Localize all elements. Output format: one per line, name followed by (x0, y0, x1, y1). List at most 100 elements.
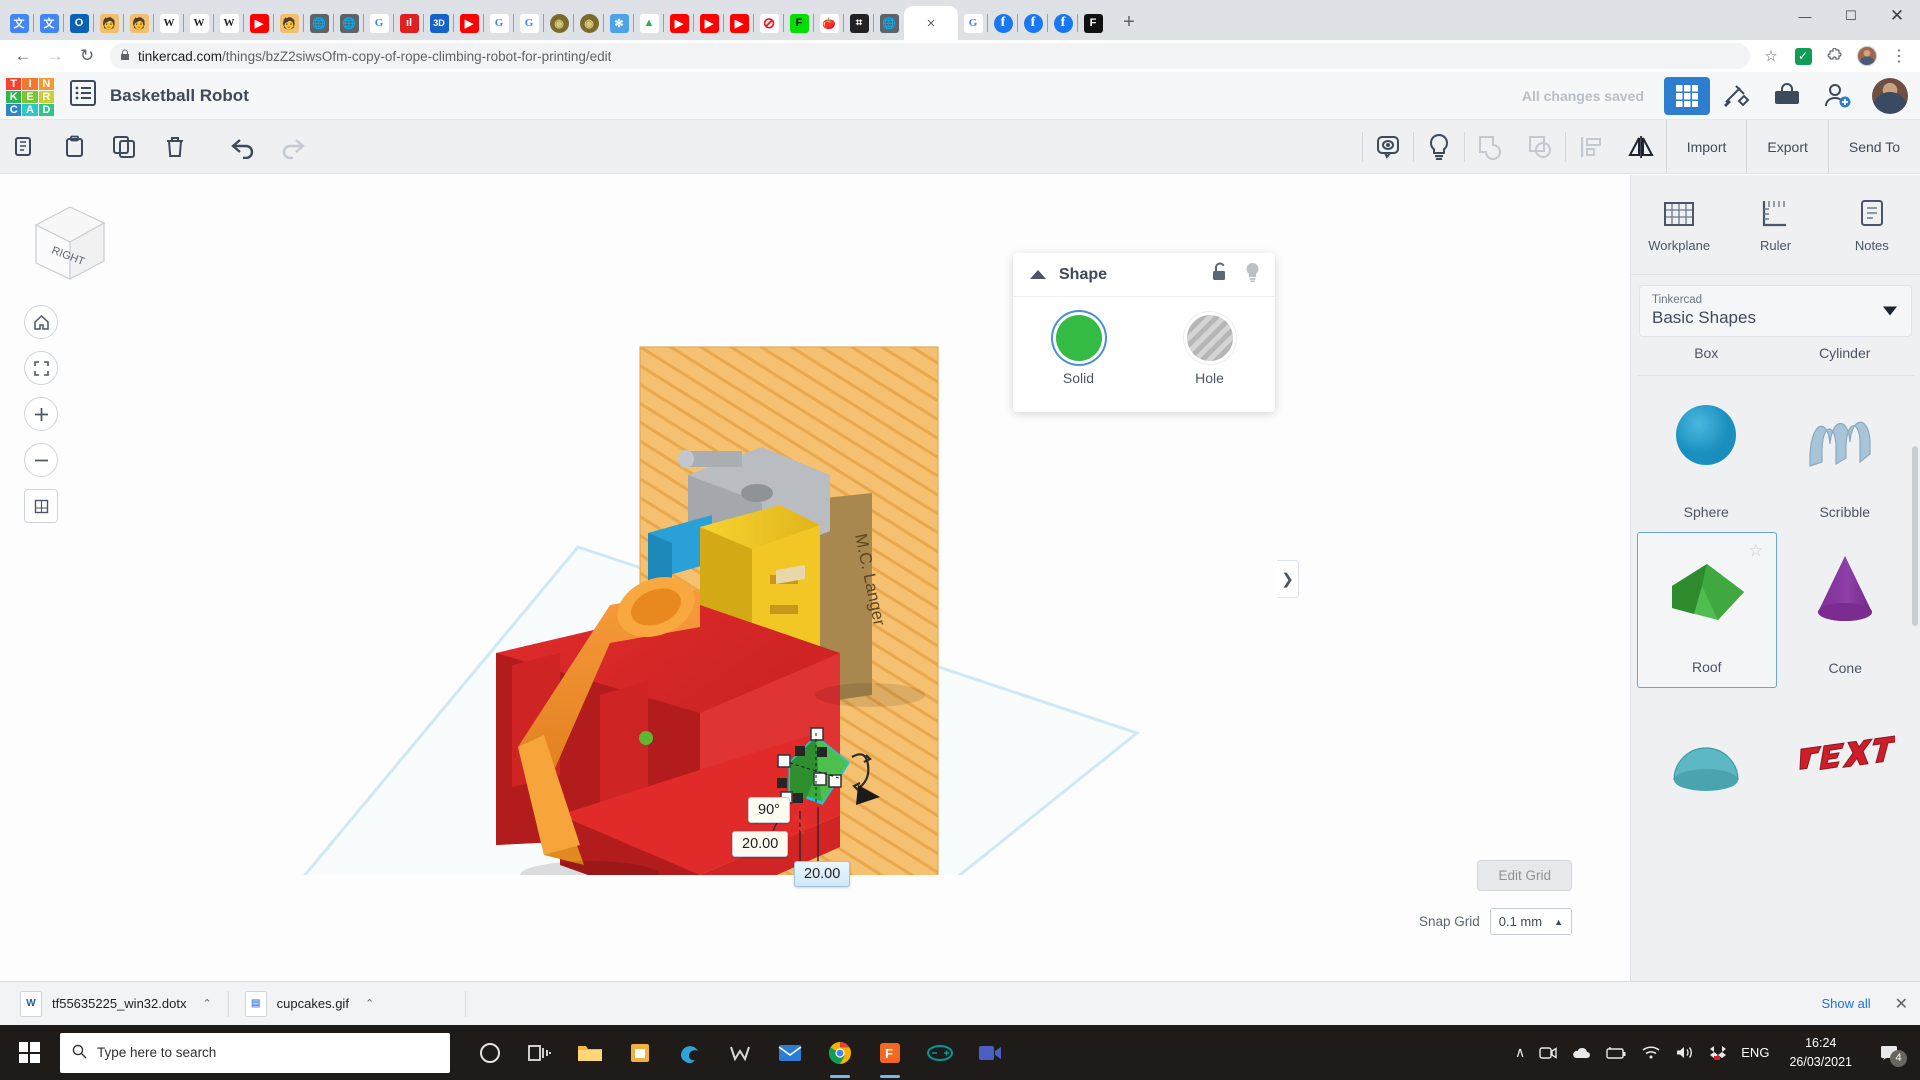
snap-grid-select[interactable]: 0.1 mm ▲ (1490, 908, 1572, 935)
browser-tab[interactable]: f (1018, 6, 1048, 40)
browser-tab[interactable]: ıl (394, 6, 424, 40)
minimize-button[interactable]: — (1782, 0, 1828, 32)
store-icon[interactable] (616, 1025, 664, 1080)
browser-tab[interactable]: 3D (424, 6, 454, 40)
shape-library-item-roof[interactable]: ☆Roof (1637, 532, 1777, 688)
file-explorer-icon[interactable] (566, 1025, 614, 1080)
arduino-icon[interactable] (916, 1025, 964, 1080)
shape-library-item-scribble[interactable]: Scribble (1776, 376, 1915, 532)
tray-chevron-icon[interactable]: ∧ (1515, 1044, 1525, 1061)
language-indicator[interactable]: ENG (1741, 1045, 1769, 1060)
browser-tab[interactable]: ⌗ (844, 6, 874, 40)
shape-library-grid[interactable]: SphereScribble☆RoofCone (1631, 376, 1920, 981)
battery-icon[interactable] (1605, 1046, 1627, 1060)
browser-tab[interactable]: 文 (34, 6, 64, 40)
active-browser-tab[interactable]: × (904, 6, 958, 40)
browser-tab[interactable]: ▶ (244, 6, 274, 40)
grid-view-icon[interactable] (1664, 77, 1710, 115)
back-button[interactable]: ← (8, 41, 38, 71)
browser-tab[interactable]: G (364, 6, 394, 40)
codeblocks-icon[interactable] (1714, 77, 1760, 115)
address-bar[interactable]: tinkercad.com/things/bzZ2siwsOfm-copy-of… (110, 43, 1750, 69)
shape-library-item-cone[interactable]: Cone (1777, 532, 1915, 688)
collapse-panel-icon[interactable] (1027, 264, 1049, 286)
browser-tab[interactable]: ◉ (574, 6, 604, 40)
reload-button[interactable]: ↻ (72, 41, 102, 71)
delete-icon[interactable] (150, 120, 200, 174)
browser-tab[interactable]: O (64, 6, 94, 40)
browser-tab[interactable]: W (154, 6, 184, 40)
browser-tab[interactable]: 🌐 (304, 6, 334, 40)
angle-label[interactable]: 90° (748, 797, 790, 823)
forward-button[interactable]: → (40, 41, 70, 71)
bookmark-star-icon[interactable]: ☆ (1758, 43, 1784, 69)
expand-panel-handle[interactable]: ❯ (1277, 560, 1299, 598)
simulate-icon[interactable] (1764, 77, 1810, 115)
mail-icon[interactable] (766, 1025, 814, 1080)
sidebar-item-ruler[interactable]: Ruler (1727, 175, 1823, 274)
tinkercad-logo[interactable]: TINKERCAD (6, 78, 54, 114)
cortana-icon[interactable] (466, 1025, 514, 1080)
shape-library-dropdown[interactable]: Tinkercad Basic Shapes (1639, 285, 1912, 337)
browser-tab[interactable]: 🧑 (274, 6, 304, 40)
shape-library-item-sphere[interactable]: Sphere (1637, 376, 1776, 532)
lightbulb-icon[interactable] (1244, 262, 1261, 288)
wifi-icon[interactable] (1641, 1045, 1661, 1060)
browser-tab[interactable]: G (514, 6, 544, 40)
gaming-icon[interactable] (716, 1025, 764, 1080)
close-window-button[interactable]: ✕ (1874, 0, 1920, 32)
add-user-icon[interactable] (1814, 77, 1860, 115)
user-avatar[interactable] (1872, 78, 1908, 114)
task-view-icon[interactable] (516, 1025, 564, 1080)
onedrive-icon[interactable] (1571, 1046, 1591, 1060)
browser-tab[interactable]: ◉ (544, 6, 574, 40)
browser-tab[interactable]: 🧑 (94, 6, 124, 40)
project-title[interactable]: Basketball Robot (110, 86, 249, 106)
video-icon[interactable] (966, 1025, 1014, 1080)
clock[interactable]: 16:24 26/03/2021 (1783, 1034, 1858, 1070)
screen-record-icon[interactable] (1539, 1045, 1557, 1061)
browser-tab[interactable]: 文 (4, 6, 34, 40)
edit-grid-button[interactable]: Edit Grid (1477, 860, 1572, 891)
browser-tab[interactable]: F (784, 6, 814, 40)
shape-mode-solid[interactable]: Solid (1013, 315, 1144, 386)
extensions-puzzle-icon[interactable] (1822, 43, 1848, 69)
browser-tab[interactable]: ▶ (454, 6, 484, 40)
edge-icon[interactable] (666, 1025, 714, 1080)
browser-tab[interactable]: 🌐 (874, 6, 904, 40)
browser-tab[interactable]: 🍅 (814, 6, 844, 40)
favorite-star-icon[interactable]: ☆ (1748, 541, 1763, 561)
close-downloads-bar-icon[interactable]: ✕ (1895, 994, 1908, 1014)
show-hide-icon[interactable] (1363, 120, 1413, 174)
browser-tab[interactable]: f (988, 6, 1018, 40)
download-menu-icon[interactable]: ⌃ (202, 997, 211, 1010)
height-label[interactable]: 20.00 (794, 861, 850, 887)
new-tab-button[interactable]: + (1114, 7, 1144, 37)
browser-tab[interactable]: F (1078, 6, 1108, 40)
start-button[interactable] (0, 1025, 58, 1080)
3d-canvas[interactable]: RIGHT (0, 175, 1630, 981)
mirror-icon[interactable] (1616, 120, 1666, 174)
chrome-menu-icon[interactable]: ⋮ (1886, 43, 1912, 69)
align-icon[interactable] (1566, 120, 1616, 174)
group-icon[interactable] (1465, 120, 1515, 174)
undo-icon[interactable] (218, 120, 268, 174)
browser-tab[interactable]: 🌐 (334, 6, 364, 40)
toolbar-action-export[interactable]: Export (1747, 120, 1828, 174)
sidebar-item-notes[interactable]: Notes (1824, 175, 1920, 274)
profile-avatar[interactable] (1854, 43, 1880, 69)
duplicate-icon[interactable] (100, 120, 150, 174)
browser-tab[interactable]: G (484, 6, 514, 40)
download-item[interactable]: Wtf55635225_win32.dotx⌃ (12, 987, 220, 1021)
browser-tab[interactable]: W (184, 6, 214, 40)
shape-mode-hole[interactable]: Hole (1144, 315, 1275, 386)
lightbulb-icon[interactable] (1414, 120, 1464, 174)
browser-tab[interactable]: ▶ (694, 6, 724, 40)
length-label[interactable]: 20.00 (732, 831, 788, 857)
download-item[interactable]: ▤cupcakes.gif⌃ (237, 987, 457, 1021)
maximize-button[interactable]: ☐ (1828, 0, 1874, 32)
download-menu-icon[interactable]: ⌃ (365, 997, 374, 1010)
unlock-icon[interactable] (1212, 262, 1228, 287)
volume-icon[interactable] (1675, 1045, 1695, 1060)
sidebar-item-workplane[interactable]: Workplane (1631, 175, 1727, 274)
